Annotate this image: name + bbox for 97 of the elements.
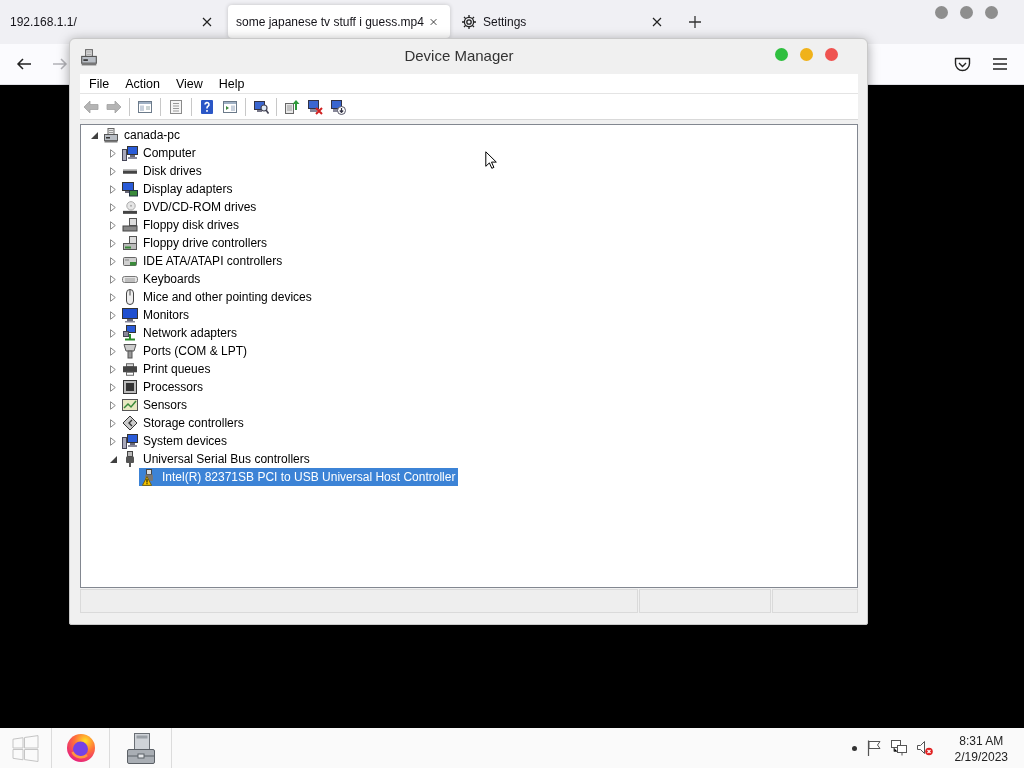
collapsed-arrow-icon[interactable] <box>110 238 116 248</box>
network-icon <box>122 325 138 341</box>
window-panel-icon[interactable] <box>137 98 153 115</box>
browser-logo-icon[interactable] <box>65 733 96 763</box>
computer-icon <box>122 145 138 161</box>
maximize-button[interactable] <box>935 6 948 19</box>
plus-icon[interactable] <box>689 16 701 28</box>
monitor-search-icon[interactable] <box>253 98 269 115</box>
controller-card-icon <box>123 256 137 266</box>
close-button[interactable] <box>985 6 998 19</box>
storage-controller-icon <box>122 415 138 431</box>
document-list-icon[interactable] <box>168 98 184 115</box>
browser-tab[interactable]: some japanese tv stuff i guess.mp4 <box>228 5 450 38</box>
collapsed-arrow-icon[interactable] <box>110 418 116 428</box>
back-icon[interactable] <box>16 57 32 71</box>
collapsed-arrow-icon[interactable] <box>110 220 116 230</box>
computer-case-icon[interactable] <box>125 732 156 764</box>
close-button[interactable] <box>825 48 838 61</box>
clock-time: 8:31 AM <box>959 733 1004 749</box>
monitor-download-icon[interactable] <box>330 98 346 115</box>
floppy-drive-icon <box>122 217 138 233</box>
expanded-arrow-icon[interactable] <box>90 131 98 139</box>
disc-drive-icon <box>123 200 137 214</box>
tree-item[interactable]: Universal Serial Bus controllers <box>120 450 313 468</box>
tree-item[interactable]: Storage controllers <box>120 414 247 432</box>
collapsed-arrow-icon[interactable] <box>110 256 116 266</box>
network-icon[interactable] <box>890 740 907 756</box>
sensor-icon <box>122 399 138 411</box>
computer-icon <box>80 47 98 66</box>
flag-icon[interactable] <box>866 740 881 756</box>
port-connector-icon <box>122 343 138 359</box>
window-panel-icon[interactable] <box>222 98 238 115</box>
overflow-dot-icon[interactable] <box>851 745 857 751</box>
menu-item[interactable]: Action <box>117 74 168 93</box>
tree-item[interactable]: Sensors <box>120 396 191 414</box>
menu-icon[interactable] <box>993 58 1007 70</box>
display-adapter-icon <box>122 181 138 197</box>
keyboard-icon <box>122 275 138 283</box>
tree-item[interactable]: Floppy disk drives <box>120 216 243 234</box>
tree-item[interactable]: Network adapters <box>120 324 241 342</box>
tree-item[interactable]: Keyboards <box>120 270 204 288</box>
menu-item[interactable]: View <box>167 74 211 93</box>
printer-icon <box>123 362 137 376</box>
collapsed-arrow-icon[interactable] <box>110 436 116 446</box>
collapsed-arrow-icon[interactable] <box>110 166 116 176</box>
tree-item[interactable]: Display adapters <box>120 180 236 198</box>
maximize-button[interactable] <box>775 48 788 61</box>
computer-icon <box>103 127 119 143</box>
tree-item[interactable]: Floppy drive controllers <box>120 234 271 252</box>
start-icon[interactable] <box>12 734 39 762</box>
gear-icon <box>461 13 477 30</box>
pocket-icon[interactable] <box>954 56 971 72</box>
tree-item[interactable]: Processors <box>120 378 207 396</box>
close-icon[interactable] <box>652 16 662 27</box>
collapsed-arrow-icon[interactable] <box>110 310 116 320</box>
expanded-arrow-icon[interactable] <box>109 455 117 463</box>
collapsed-arrow-icon[interactable] <box>110 400 116 410</box>
minimize-button[interactable] <box>960 6 973 19</box>
collapsed-arrow-icon[interactable] <box>110 346 116 356</box>
browser-tab[interactable]: Settings <box>453 5 675 38</box>
chip-icon <box>122 379 138 395</box>
monitor-icon <box>122 307 138 323</box>
clock-date: 2/19/2023 <box>954 749 1008 765</box>
floppy-controller-icon <box>122 235 138 251</box>
menu-item[interactable]: Help <box>210 74 253 93</box>
tree-item[interactable]: Ports (COM & LPT) <box>120 342 250 360</box>
usb-plug-icon <box>126 451 134 467</box>
collapsed-arrow-icon[interactable] <box>110 148 116 158</box>
close-icon[interactable] <box>202 16 212 27</box>
speaker-muted-icon[interactable] <box>916 740 933 756</box>
tree-item[interactable]: IDE ATA/ATAPI controllers <box>120 252 286 270</box>
tree-item[interactable]: System devices <box>120 432 231 450</box>
collapsed-arrow-icon[interactable] <box>110 328 116 338</box>
help-icon[interactable] <box>199 98 215 115</box>
tree-item[interactable]: DVD/CD-ROM drives <box>120 198 260 216</box>
disk-drive-icon <box>123 168 137 174</box>
mouse-pointer-icon <box>485 151 497 169</box>
upload-arrow-icon[interactable] <box>284 98 300 115</box>
collapsed-arrow-icon[interactable] <box>110 184 116 194</box>
browser-tab[interactable]: 192.168.1.1/ <box>0 5 225 38</box>
menu-item[interactable]: File <box>81 74 118 93</box>
tree-item[interactable]: Intel(R) 82371SB PCI to USB Universal Host Controller <box>139 468 459 486</box>
collapsed-arrow-icon[interactable] <box>110 292 116 302</box>
window-title: Device Manager <box>404 46 514 67</box>
monitor-cross-icon[interactable] <box>307 98 323 115</box>
tree-item[interactable]: Computer <box>120 144 199 162</box>
tree-item[interactable]: Mice and other pointing devices <box>120 288 315 306</box>
mouse-icon <box>126 289 134 305</box>
tree-item[interactable]: canada-pc <box>101 126 184 144</box>
tree-item[interactable]: Print queues <box>120 360 214 378</box>
tree-item[interactable]: Disk drives <box>120 162 205 180</box>
collapsed-arrow-icon[interactable] <box>110 364 116 374</box>
tree-item[interactable]: Monitors <box>120 306 192 324</box>
computer-icon <box>122 433 138 449</box>
collapsed-arrow-icon[interactable] <box>110 382 116 392</box>
collapsed-arrow-icon[interactable] <box>110 274 116 284</box>
collapsed-arrow-icon[interactable] <box>110 202 116 212</box>
